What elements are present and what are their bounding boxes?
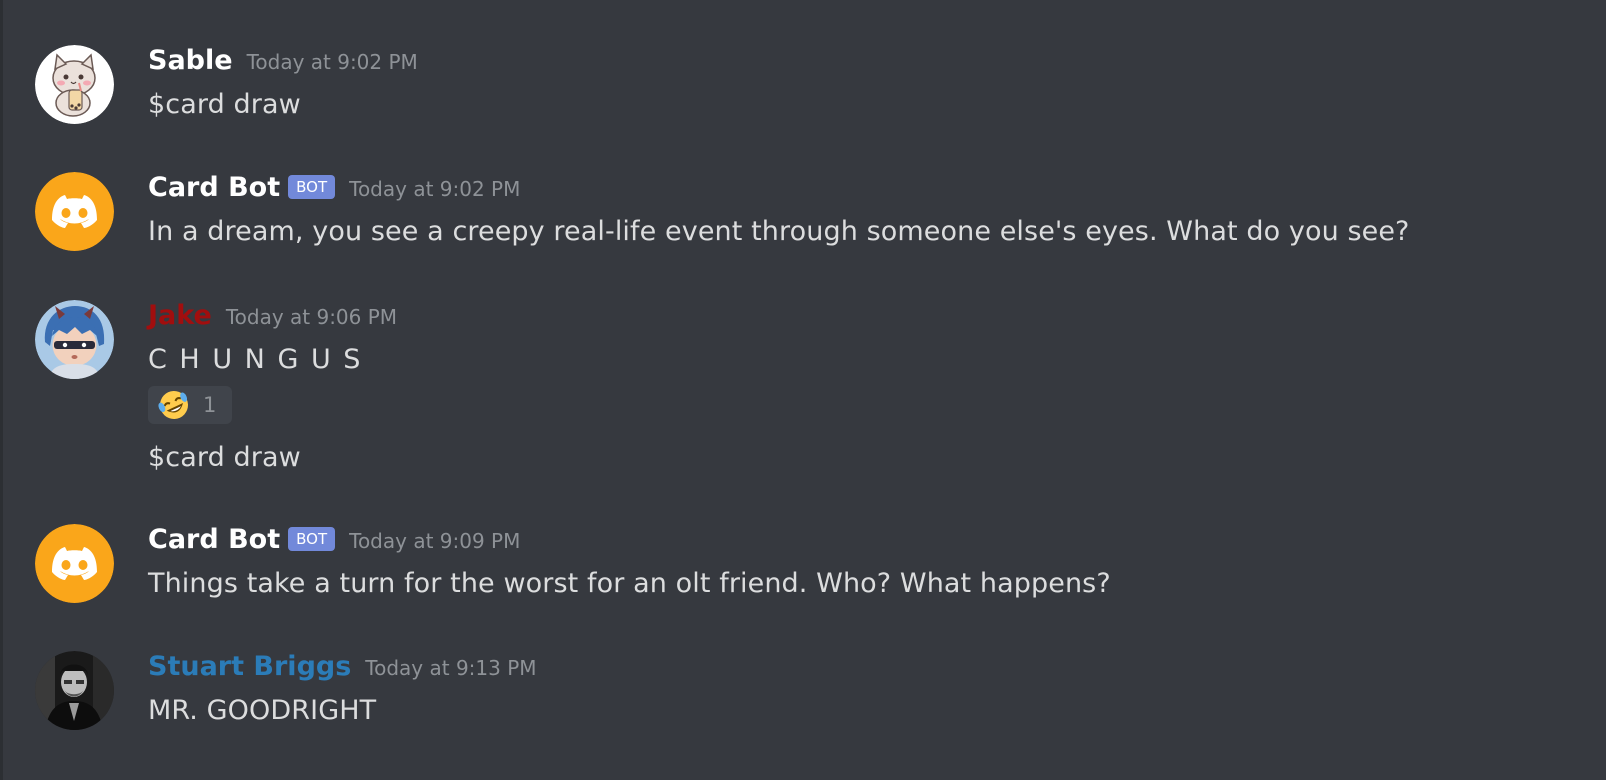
message-header: Card Bot BOT Today at 9:02 PM: [148, 172, 520, 206]
message-content: $card draw: [148, 89, 301, 120]
username[interactable]: Card Bot: [148, 524, 280, 555]
timestamp: Today at 9:13 PM: [365, 656, 537, 680]
anime-avatar[interactable]: [35, 300, 114, 379]
discord-icon[interactable]: [35, 172, 114, 251]
discord-icon[interactable]: [35, 524, 114, 603]
message-content: In a dream, you see a creepy real-life e…: [148, 216, 1410, 247]
timestamp: Today at 9:02 PM: [246, 50, 418, 74]
message-header: Jake Today at 9:06 PM: [148, 300, 397, 334]
timestamp: Today at 9:09 PM: [349, 529, 521, 553]
message-header: Card Bot BOT Today at 9:09 PM: [148, 524, 520, 558]
photo-avatar[interactable]: [35, 651, 114, 730]
timestamp: Today at 9:06 PM: [225, 305, 398, 329]
chat-message-list: Sable Today at 9:02 PM $card draw Card Bo…: [0, 0, 1606, 780]
reaction-button[interactable]: 1: [148, 386, 232, 424]
username[interactable]: Stuart Briggs: [148, 651, 351, 682]
message-content: MR. GOODRIGHT: [148, 695, 377, 726]
username[interactable]: Jake: [148, 300, 212, 331]
bot-tag: BOT: [288, 527, 336, 551]
username[interactable]: Card Bot: [148, 172, 280, 203]
message-header: Sable Today at 9:02 PM: [148, 45, 418, 79]
message-content: C H U N G U S: [148, 344, 363, 375]
cat-avatar[interactable]: [35, 45, 114, 124]
rofl-emoji: [158, 391, 188, 419]
message-content: $card draw: [148, 442, 301, 473]
timestamp: Today at 9:02 PM: [349, 177, 521, 201]
message-content: Things take a turn for the worst for an …: [148, 568, 1111, 599]
channel-divider: [0, 0, 3, 780]
reaction-count: 1: [203, 393, 217, 417]
message-header: Stuart Briggs Today at 9:13 PM: [148, 651, 537, 685]
bot-tag: BOT: [288, 175, 336, 199]
username[interactable]: Sable: [148, 45, 233, 76]
